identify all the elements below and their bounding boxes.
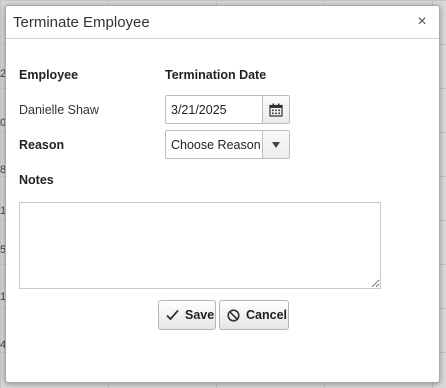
- calendar-icon: [269, 103, 283, 117]
- termination-date-label: Termination Date: [165, 68, 267, 82]
- termination-date-input[interactable]: [166, 96, 262, 123]
- terminate-employee-dialog: Terminate Employee × Employee Terminatio…: [5, 5, 440, 383]
- chevron-down-icon: [272, 141, 280, 148]
- reason-label: Reason: [19, 138, 65, 152]
- cancel-button[interactable]: Cancel: [219, 300, 289, 330]
- save-button-label: Save: [185, 308, 215, 322]
- termination-date-picker: [165, 95, 290, 124]
- notes-label: Notes: [19, 173, 54, 187]
- save-button[interactable]: Save: [158, 300, 216, 330]
- ban-icon: [226, 308, 240, 322]
- calendar-button[interactable]: [262, 96, 289, 123]
- employee-name: Danielle Shaw: [19, 103, 99, 117]
- reason-select[interactable]: Choose Reason: [165, 130, 290, 159]
- dialog-title: Terminate Employee: [13, 14, 150, 31]
- close-icon[interactable]: ×: [413, 12, 431, 32]
- dialog-titlebar[interactable]: Terminate Employee ×: [6, 6, 439, 39]
- reason-dropdown-button[interactable]: [262, 131, 289, 158]
- cancel-button-label: Cancel: [246, 308, 287, 322]
- checkmark-icon: [165, 308, 179, 322]
- notes-textarea[interactable]: [19, 202, 381, 289]
- employee-label: Employee: [19, 68, 79, 82]
- reason-selected-value: Choose Reason: [171, 138, 261, 152]
